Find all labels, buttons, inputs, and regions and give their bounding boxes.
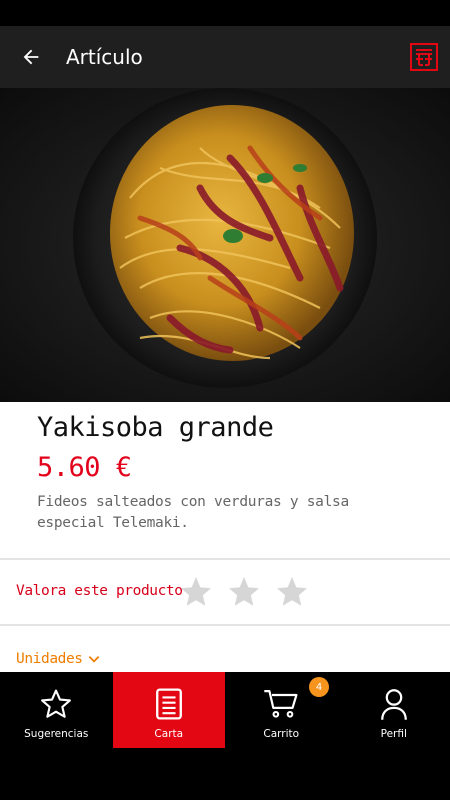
product-description: Fideos salteados con verduras y salsa es…	[37, 494, 349, 531]
star-icon[interactable]	[274, 574, 310, 610]
nav-perfil[interactable]: Perfil	[338, 672, 450, 748]
divider	[0, 558, 450, 560]
back-button[interactable]	[0, 26, 62, 88]
product-name: Yakisoba grande	[37, 412, 274, 443]
nav-label: Carrito	[263, 728, 300, 740]
telemaki-logo-icon[interactable]	[410, 43, 438, 71]
star-icon[interactable]	[178, 574, 214, 610]
menu-list-icon	[155, 688, 182, 720]
page-title: Artículo	[66, 45, 143, 69]
status-bar	[0, 0, 450, 26]
system-nav-area	[0, 748, 450, 800]
rating-stars	[178, 574, 310, 610]
product-price: 5.60 €	[37, 452, 132, 483]
noodle-bowl-image	[73, 88, 377, 388]
star-outline-icon	[41, 689, 72, 718]
nav-label: Carta	[154, 728, 184, 740]
divider	[0, 624, 450, 626]
nav-sugerencias[interactable]: Sugerencias	[0, 672, 113, 748]
nav-label: Perfil	[380, 728, 407, 740]
chevron-down-icon	[88, 656, 99, 663]
app-bar: Artículo	[0, 26, 450, 88]
product-image	[0, 88, 450, 402]
arrow-left-icon	[23, 49, 39, 65]
cart-count-badge: 4	[309, 677, 329, 697]
nav-carta[interactable]: Carta	[112, 672, 225, 748]
bottom-navigation: Sugerencias Carta Carrito Perfil	[0, 672, 450, 748]
star-icon[interactable]	[226, 574, 262, 610]
rating-label: Valora este producto	[16, 583, 183, 599]
person-icon	[380, 689, 407, 720]
units-selector[interactable]: Unidades	[16, 651, 101, 667]
cart-icon	[264, 690, 298, 718]
nav-label: Sugerencias	[24, 728, 89, 740]
product-details: Yakisoba grande 5.60 € Fideos salteados …	[0, 402, 450, 672]
units-label: Unidades	[16, 651, 83, 667]
